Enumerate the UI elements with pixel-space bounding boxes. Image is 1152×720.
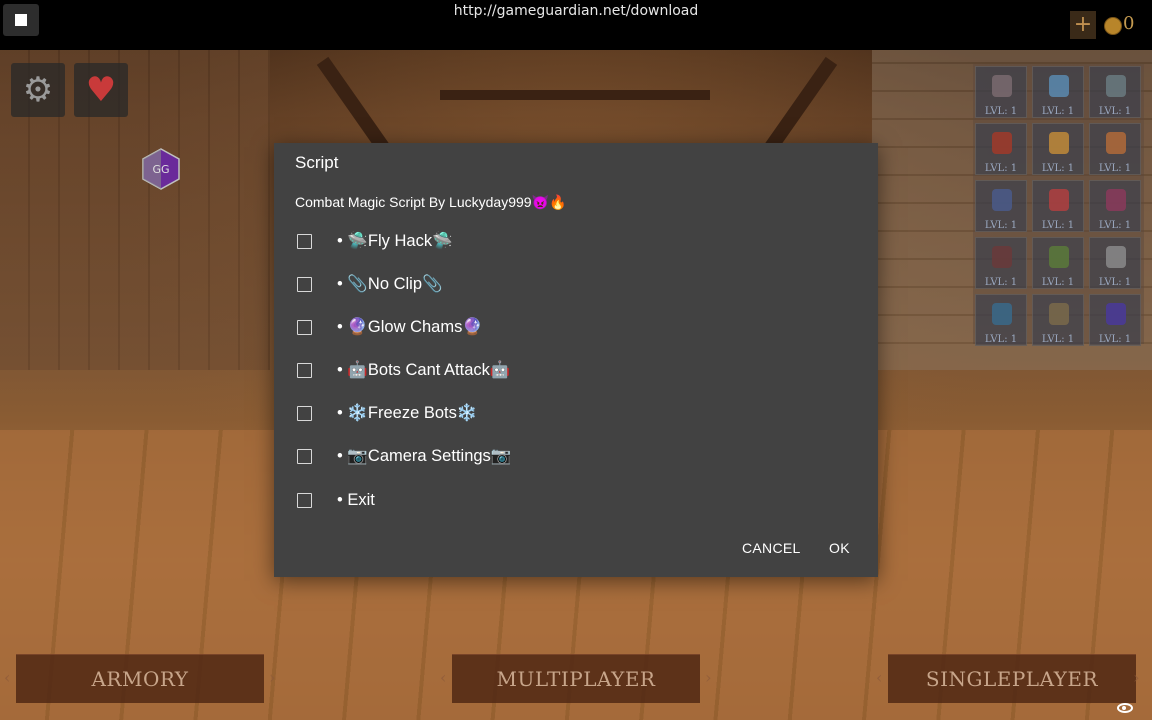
multiplayer-label: MULTIPLAYER xyxy=(496,667,656,691)
checkbox[interactable] xyxy=(297,362,312,378)
character-slot[interactable]: LVL: 1 xyxy=(1089,123,1141,175)
svg-text:GG: GG xyxy=(152,163,169,176)
chevron-left-icon: ‹ xyxy=(4,668,11,687)
chevron-left-icon: ‹ xyxy=(876,668,883,687)
gear-icon[interactable]: ⚙ xyxy=(11,63,65,117)
eye-icon[interactable] xyxy=(1117,703,1133,713)
character-slot[interactable]: LVL: 1 xyxy=(1089,180,1141,232)
chandelier xyxy=(440,90,710,100)
character-slot[interactable]: LVL: 1 xyxy=(1032,123,1084,175)
dialog-subtitle: Combat Magic Script By Luckyday999👿🔥 xyxy=(295,194,567,210)
coin-count: 0 xyxy=(1123,13,1135,34)
option-label: • 🤖Bots Cant Attack🤖 xyxy=(337,360,511,379)
chevron-right-icon: › xyxy=(269,668,276,687)
checkbox[interactable] xyxy=(297,233,312,249)
chevron-right-icon: › xyxy=(705,668,712,687)
character-slot[interactable]: LVL: 1 xyxy=(975,294,1027,346)
character-grid: LVL: 1 LVL: 1 LVL: 1 LVL: 1 LVL: 1 LVL: … xyxy=(973,64,1144,346)
option-exit[interactable]: • Exit xyxy=(297,485,375,515)
character-slot[interactable]: LVL: 1 xyxy=(1032,237,1084,289)
top-bar: http://gameguardian.net/download + 0 xyxy=(0,0,1152,50)
singleplayer-button[interactable]: ‹ SINGLEPLAYER › xyxy=(876,654,1140,703)
option-fly-hack[interactable]: • 🛸Fly Hack🛸 xyxy=(297,226,453,256)
checkbox[interactable] xyxy=(297,448,312,464)
option-camera-settings[interactable]: • 📷Camera Settings📷 xyxy=(297,441,511,471)
plus-icon[interactable]: + xyxy=(1070,11,1096,39)
option-label: • 🛸Fly Hack🛸 xyxy=(337,231,453,250)
character-slot[interactable]: LVL: 1 xyxy=(1032,180,1084,232)
cancel-button[interactable]: CANCEL xyxy=(742,540,801,556)
option-label: • Exit xyxy=(337,490,375,509)
checkbox[interactable] xyxy=(297,405,312,421)
gameguardian-icon[interactable]: GG xyxy=(142,148,180,190)
option-label: • 📷Camera Settings📷 xyxy=(337,446,512,465)
option-no-clip[interactable]: • 📎No Clip📎 xyxy=(297,269,443,299)
character-slot[interactable]: LVL: 1 xyxy=(975,180,1027,232)
character-slot[interactable]: LVL: 1 xyxy=(1032,66,1084,118)
character-slot[interactable]: LVL: 1 xyxy=(975,66,1027,118)
option-glow-chams[interactable]: • 🔮Glow Chams🔮 xyxy=(297,312,483,342)
multiplayer-button[interactable]: ‹ MULTIPLAYER › xyxy=(440,654,712,703)
option-freeze-bots[interactable]: • ❄️Freeze Bots❄️ xyxy=(297,398,477,428)
checkbox[interactable] xyxy=(297,276,312,292)
character-slot[interactable]: LVL: 1 xyxy=(1089,237,1141,289)
armory-label: ARMORY xyxy=(91,667,189,691)
checkbox[interactable] xyxy=(297,319,312,335)
chevron-right-icon: › xyxy=(1133,668,1140,687)
option-label: • 📎No Clip📎 xyxy=(337,274,443,293)
character-slot[interactable]: LVL: 1 xyxy=(1089,66,1141,118)
coin-icon xyxy=(1104,17,1122,35)
script-dialog: Script Combat Magic Script By Luckyday99… xyxy=(274,143,878,577)
singleplayer-label: SINGLEPLAYER xyxy=(925,667,1099,691)
url-text: http://gameguardian.net/download xyxy=(453,3,699,19)
option-bots-cant-attack[interactable]: • 🤖Bots Cant Attack🤖 xyxy=(297,355,510,385)
option-label: • ❄️Freeze Bots❄️ xyxy=(337,403,478,422)
character-slot[interactable]: LVL: 1 xyxy=(975,237,1027,289)
ok-button[interactable]: OK xyxy=(829,540,850,556)
armory-button[interactable]: ‹ ARMORY › xyxy=(4,654,276,703)
checkbox[interactable] xyxy=(297,492,312,508)
character-slot[interactable]: LVL: 1 xyxy=(1032,294,1084,346)
heart-icon[interactable]: ♥ xyxy=(74,63,128,117)
chevron-left-icon: ‹ xyxy=(440,668,447,687)
dialog-title: Script xyxy=(295,153,339,172)
character-slot[interactable]: LVL: 1 xyxy=(975,123,1027,175)
character-slot[interactable]: LVL: 1 xyxy=(1089,294,1141,346)
option-label: • 🔮Glow Chams🔮 xyxy=(337,317,483,336)
